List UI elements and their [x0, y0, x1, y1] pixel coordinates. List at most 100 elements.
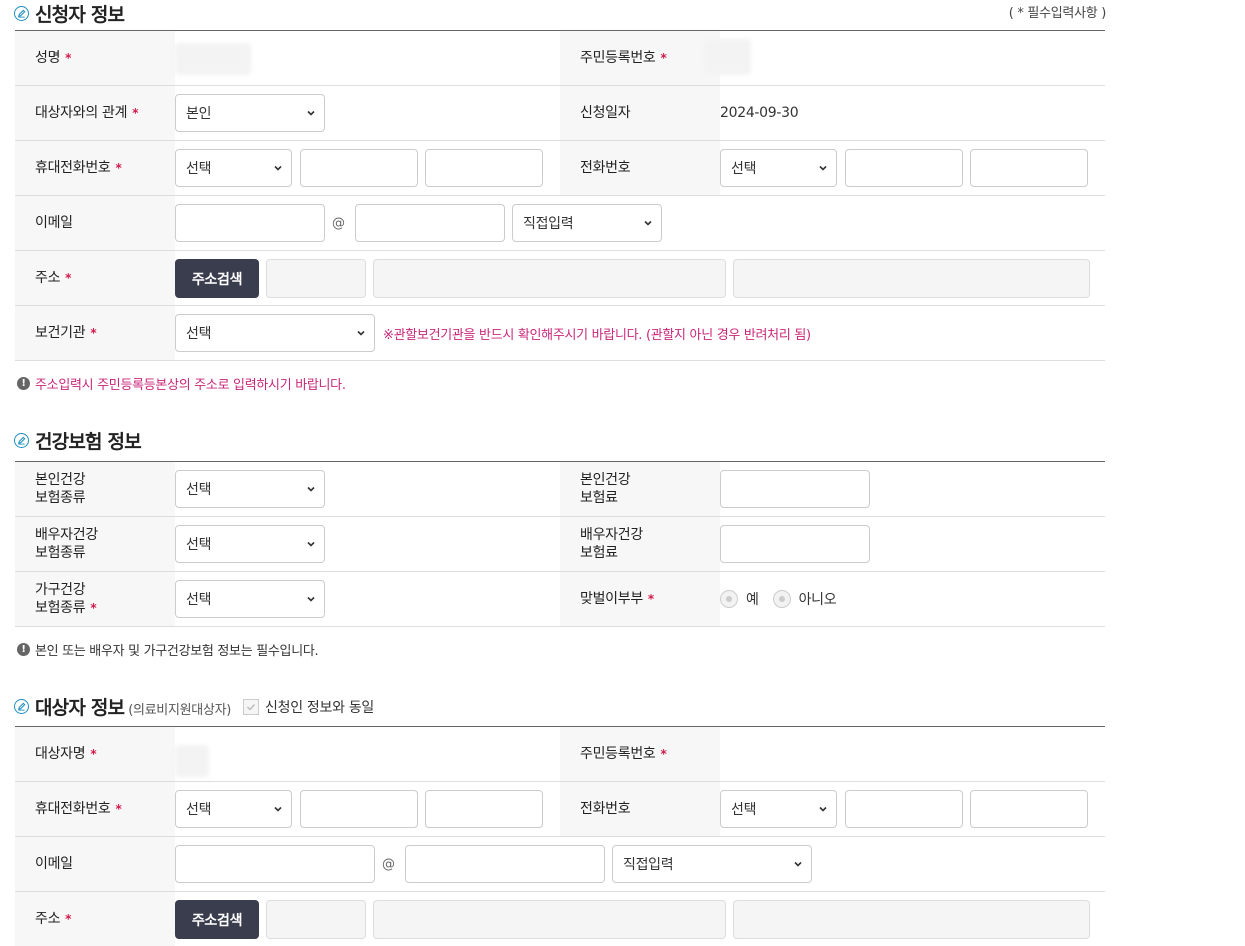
- relation-label: 대상자와의 관계 *: [15, 86, 175, 140]
- dual-income-yes-radio[interactable]: 예: [720, 589, 759, 609]
- table-row: 성명 * 주민등록번호 *: [15, 31, 1105, 86]
- subject-email-domain-input[interactable]: [405, 845, 605, 883]
- table-row: 대상자와의 관계 * 본인 신청일자 2024-09-30: [15, 86, 1105, 141]
- address-main-input[interactable]: [373, 259, 726, 298]
- chevron-down-icon: [307, 596, 315, 602]
- phone-prefix-select[interactable]: 선택: [720, 149, 837, 187]
- subject-postcode-input[interactable]: [266, 900, 366, 939]
- subject-phone-prefix-select[interactable]: 선택: [720, 790, 837, 828]
- mobile-last-input[interactable]: [425, 149, 543, 187]
- subject-section-title: 대상자 정보 (의료비지원대상자) 신청인 정보와 동일: [14, 693, 374, 719]
- subject-email-label: 이메일: [15, 837, 175, 891]
- email-id-input[interactable]: [175, 204, 325, 242]
- applicant-table: 성명 * 주민등록번호 * 대상자와의 관계 * 본인 신청일자 2024-09-30…: [15, 30, 1105, 361]
- self-insurance-type-label: 본인건강 보험종류: [15, 462, 175, 516]
- phone-last-input[interactable]: [970, 149, 1088, 187]
- subject-phone-last-input[interactable]: [970, 790, 1088, 828]
- self-insurance-fee-label: 본인건강 보험료: [560, 462, 720, 516]
- subject-mobile-label: 휴대전화번호 *: [15, 782, 175, 836]
- subject-mobile-prefix-select[interactable]: 선택: [175, 790, 292, 828]
- subject-phone-label: 전화번호: [560, 782, 720, 836]
- table-row: 본인건강 보험종류 선택 본인건강 보험료: [15, 462, 1105, 517]
- email-domain-select[interactable]: 직접입력: [512, 204, 662, 242]
- health-center-warning: ※관할보건기관을 반드시 확인해주시기 바랍니다. (관할지 아닌 경우 반려처…: [383, 327, 811, 343]
- email-domain-input[interactable]: [355, 204, 505, 242]
- subject-mobile-middle-input[interactable]: [300, 790, 418, 828]
- chevron-down-icon: [274, 165, 282, 171]
- subject-rrn-label: 주민등록번호 *: [560, 727, 720, 781]
- dual-income-label: 맞벌이부부 *: [560, 572, 720, 626]
- subject-address-main-input[interactable]: [373, 900, 726, 939]
- section-heading: 건강보험 정보: [35, 430, 142, 453]
- table-row: 배우자건강 보험종류 선택 배우자건강 보험료: [15, 517, 1105, 572]
- required-fields-note: ( * 필수입력사항 ): [1008, 6, 1107, 21]
- mobile-middle-input[interactable]: [300, 149, 418, 187]
- chevron-down-icon: [274, 806, 282, 812]
- subject-phone-middle-input[interactable]: [845, 790, 963, 828]
- subject-table: 대상자명 * 주민등록번호 * 휴대전화번호 * 선택 전화번호 선택 이메일 @ 직…: [15, 726, 1105, 946]
- subject-address-detail-input[interactable]: [733, 900, 1090, 939]
- table-row: 가구건강 보험종류 * 선택 맞벌이부부 * 예 아니오: [15, 572, 1105, 627]
- address-label: 주소 *: [15, 251, 175, 305]
- relation-select[interactable]: 본인: [175, 94, 325, 132]
- spouse-insurance-type-select[interactable]: 선택: [175, 525, 325, 563]
- chevron-down-icon: [307, 486, 315, 492]
- subject-address-label: 주소 *: [15, 892, 175, 946]
- address-search-button[interactable]: 주소검색: [175, 259, 259, 298]
- table-row: 주소 * 주소검색: [15, 892, 1105, 946]
- rrn-label: 주민등록번호 *: [560, 31, 720, 85]
- exclamation-icon: !: [17, 643, 30, 656]
- table-row: 대상자명 * 주민등록번호 *: [15, 727, 1105, 782]
- table-row: 이메일 @ 직접입력: [15, 837, 1105, 892]
- self-insurance-fee-input[interactable]: [720, 470, 870, 508]
- phone-middle-input[interactable]: [845, 149, 963, 187]
- section-heading: 대상자 정보: [35, 696, 125, 719]
- chevron-down-icon: [819, 165, 827, 171]
- at-sign: @: [332, 215, 345, 231]
- exclamation-icon: !: [17, 377, 30, 390]
- phone-label: 전화번호: [560, 141, 720, 195]
- health-center-select[interactable]: 선택: [175, 314, 375, 352]
- self-insurance-type-select[interactable]: 선택: [175, 470, 325, 508]
- household-insurance-type-select[interactable]: 선택: [175, 580, 325, 618]
- table-row: 보건기관 * 선택 ※관할보건기관을 반드시 확인해주시기 바랍니다. (관할지 …: [15, 306, 1105, 361]
- chevron-down-icon: [819, 806, 827, 812]
- section-subtitle: (의료비지원대상자): [128, 703, 232, 718]
- pencil-icon: [14, 5, 29, 21]
- dual-income-radio-group: 예 아니오: [720, 572, 850, 626]
- spouse-insurance-type-label: 배우자건강 보험종류: [15, 517, 175, 571]
- name-value-masked: [175, 43, 251, 75]
- subject-email-id-input[interactable]: [175, 845, 375, 883]
- spouse-insurance-fee-input[interactable]: [720, 525, 870, 563]
- rrn-value-masked: [703, 39, 751, 75]
- household-insurance-type-label: 가구건강 보험종류 *: [15, 572, 175, 626]
- address-detail-input[interactable]: [733, 259, 1090, 298]
- mobile-label: 휴대전화번호 *: [15, 141, 175, 195]
- apply-date-label: 신청일자: [560, 86, 720, 140]
- checkmark-icon: [243, 699, 260, 715]
- subject-email-domain-select[interactable]: 직접입력: [612, 845, 812, 883]
- table-row: 휴대전화번호 * 선택 전화번호 선택: [15, 782, 1105, 837]
- same-as-applicant-checkbox[interactable]: 신청인 정보와 동일: [243, 697, 374, 717]
- mobile-prefix-select[interactable]: 선택: [175, 149, 292, 187]
- insurance-note: ! 본인 또는 배우자 및 가구건강보험 정보는 필수입니다.: [17, 640, 319, 659]
- chevron-down-icon: [644, 220, 652, 226]
- table-row: 휴대전화번호 * 선택 전화번호 선택: [15, 141, 1105, 196]
- table-row: 주소 * 주소검색: [15, 251, 1105, 306]
- health-center-label: 보건기관 *: [15, 306, 175, 360]
- name-label: 성명 *: [15, 31, 175, 85]
- insurance-table: 본인건강 보험종류 선택 본인건강 보험료 배우자건강 보험종류 선택 배우자건강 보험…: [15, 461, 1105, 627]
- dual-income-no-radio[interactable]: 아니오: [772, 589, 837, 609]
- subject-name-masked: [175, 745, 209, 777]
- postcode-input[interactable]: [266, 259, 366, 298]
- chevron-down-icon: [307, 541, 315, 547]
- chevron-down-icon: [794, 861, 802, 867]
- table-row: 이메일 @ 직접입력: [15, 196, 1105, 251]
- apply-date-value: 2024-09-30: [720, 105, 799, 121]
- address-note: ! 주소입력시 주민등록등본상의 주소로 입력하시기 바랍니다.: [17, 374, 346, 393]
- chevron-down-icon: [357, 330, 365, 336]
- section-heading: 신청자 정보: [35, 3, 125, 26]
- subject-address-search-button[interactable]: 주소검색: [175, 900, 259, 939]
- pencil-icon: [14, 432, 29, 448]
- subject-mobile-last-input[interactable]: [425, 790, 543, 828]
